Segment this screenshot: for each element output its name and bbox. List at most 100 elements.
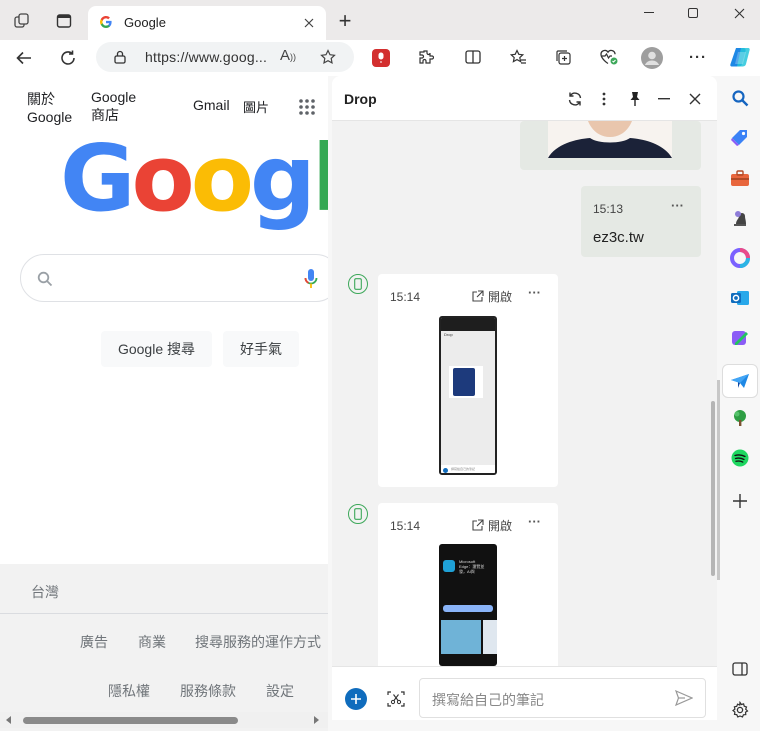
sync-icon[interactable] [564, 88, 586, 110]
more-options-icon[interactable] [594, 88, 614, 110]
phone-device-icon [348, 504, 368, 524]
google-search-box[interactable] [20, 254, 328, 302]
logo-letter: G [60, 125, 135, 232]
footer-privacy-link[interactable]: 隱私權 [108, 681, 150, 701]
google-footer: 台灣 廣告 商業 搜尋服務的運作方式 隱私權 服務條款 設定 [0, 564, 328, 731]
sent-message-menu[interactable]: ··· [671, 198, 684, 213]
scroll-right-arrow[interactable] [314, 716, 319, 724]
minimize-panel-icon[interactable] [653, 88, 675, 110]
sidebar-microsoft365-icon[interactable] [728, 246, 752, 270]
profile-avatar[interactable] [640, 46, 664, 70]
gmail-link[interactable]: Gmail [193, 97, 230, 113]
about-google-link[interactable]: 關於 Google [27, 90, 72, 126]
favorite-star-icon[interactable] [318, 47, 338, 67]
google-search-button[interactable]: Google 搜尋 [101, 331, 212, 367]
tab-bar: Google + [0, 0, 760, 40]
images-link[interactable]: 圖片 [243, 97, 269, 116]
received-message-menu[interactable]: ··· [528, 514, 541, 529]
sidebar-tools-icon[interactable] [728, 166, 752, 190]
close-window-icon[interactable] [728, 4, 750, 22]
drop-header: Drop [332, 76, 717, 121]
note-input-placeholder: 撰寫給自己的筆記 [432, 692, 544, 708]
edge-sidebar [720, 76, 760, 731]
favorites-icon[interactable] [507, 46, 529, 68]
phone-screenshot-thumbnail[interactable]: Drop 撰寫給自己的筆記 [439, 316, 497, 475]
sidebar-shopping-icon[interactable] [728, 126, 752, 150]
drop-input-bar: 撰寫給自己的筆記 [332, 666, 717, 720]
collections-icon[interactable] [552, 46, 574, 68]
close-tab-icon[interactable] [300, 14, 318, 32]
sent-text-bubble[interactable]: 15:13 ··· ez3c.tw [581, 186, 701, 257]
close-panel-icon[interactable] [684, 88, 706, 110]
settings-more-button[interactable]: ··· [686, 46, 710, 68]
google-store-link[interactable]: Google 商店 [91, 88, 136, 124]
feeling-lucky-button[interactable]: 好手氣 [223, 331, 299, 367]
drop-title: Drop [344, 91, 377, 107]
sidebar-spotify-icon[interactable] [728, 446, 752, 470]
footer-ads-link[interactable]: 廣告 [80, 632, 108, 652]
logo-letter: o [131, 125, 195, 232]
read-aloud-icon[interactable]: A)) [280, 47, 300, 67]
vertical-tabs-icon[interactable] [52, 9, 76, 33]
send-icon[interactable] [673, 688, 695, 708]
extensions-icon[interactable] [415, 46, 437, 68]
workspaces-icon[interactable] [10, 9, 34, 33]
url-text: https://www.goog... [145, 49, 268, 65]
phone-device-icon [348, 274, 368, 294]
tab-title: Google [124, 15, 166, 30]
sidebar-hide-icon[interactable] [728, 657, 752, 681]
open-button[interactable]: 開啟 [471, 288, 512, 305]
footer-business-link[interactable]: 商業 [138, 632, 166, 652]
copilot-icon[interactable] [728, 44, 754, 70]
maximize-icon[interactable] [682, 4, 704, 22]
sidebar-drop-icon[interactable] [722, 364, 758, 398]
browser-essentials-icon[interactable] [597, 46, 621, 68]
footer-divider [0, 613, 328, 614]
footer-how-search-works-link[interactable]: 搜尋服務的運作方式 [195, 632, 321, 652]
sent-time: 15:13 [593, 202, 624, 216]
scroll-left-arrow[interactable] [6, 716, 11, 724]
footer-settings-link[interactable]: 設定 [266, 681, 294, 701]
horizontal-scrollbar[interactable] [0, 712, 328, 728]
sent-image-bubble[interactable] [520, 121, 701, 170]
record-extension-icon[interactable] [372, 49, 390, 67]
received-screenshot-card[interactable]: 15:14 開啟 ··· Drop 撰寫給自己的筆記 [378, 274, 558, 487]
logo-letter: g [249, 125, 316, 232]
screenshot-clip-icon[interactable] [385, 688, 407, 710]
open-external-icon [472, 519, 484, 531]
received-message-menu[interactable]: ··· [528, 285, 541, 300]
footer-terms-link[interactable]: 服務條款 [180, 681, 236, 701]
new-tab-button[interactable]: + [334, 8, 356, 33]
sent-message-text: ez3c.tw [593, 229, 644, 246]
note-input[interactable]: 撰寫給自己的筆記 [419, 678, 706, 718]
sidebar-settings-icon[interactable] [728, 698, 752, 722]
open-button[interactable]: 開啟 [471, 517, 512, 534]
sidebar-search-icon[interactable] [728, 86, 752, 110]
scrollbar-thumb[interactable] [23, 717, 238, 724]
refresh-icon[interactable] [56, 46, 80, 70]
logo-letter: o [190, 125, 254, 232]
address-bar[interactable]: https://www.goog... A)) [96, 42, 354, 72]
sidebar-add-icon[interactable] [728, 489, 752, 513]
pin-icon[interactable] [624, 88, 646, 110]
voice-search-icon[interactable] [301, 266, 321, 292]
open-external-icon [472, 290, 484, 302]
region-label: 台灣 [31, 584, 59, 600]
split-screen-icon[interactable] [462, 46, 484, 68]
sidebar-outlook-icon[interactable] [728, 286, 752, 310]
add-file-button[interactable] [345, 688, 367, 710]
logo-letter: l [311, 125, 328, 232]
minimize-icon[interactable] [638, 4, 660, 22]
search-icon [35, 269, 55, 289]
back-icon[interactable] [12, 46, 36, 70]
lock-icon[interactable] [112, 49, 128, 65]
sidebar-tree-icon[interactable] [728, 406, 752, 430]
sidebar-designer-icon[interactable] [728, 326, 752, 350]
sidebar-games-icon[interactable] [728, 206, 752, 230]
google-favicon [98, 14, 114, 30]
apps-grid-icon[interactable] [296, 96, 318, 118]
drop-scrollbar-thumb[interactable] [711, 401, 715, 576]
tab-google[interactable]: Google [88, 6, 326, 40]
google-logo: Google [60, 124, 328, 234]
phone-screenshot-thumbnail[interactable]: Microsoft Edge：瀏覽並 發，AI與 [439, 544, 497, 666]
